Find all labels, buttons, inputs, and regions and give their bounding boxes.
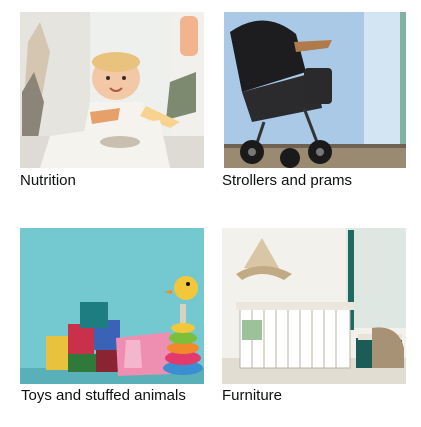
furniture-image[interactable] — [222, 228, 406, 384]
category-label: Furniture — [222, 387, 283, 404]
toys-image[interactable] — [20, 228, 204, 384]
category-tile-toys[interactable]: Toys and stuffed animals — [0, 215, 210, 427]
nutrition-image[interactable] — [20, 12, 204, 168]
category-tile-furniture[interactable]: Furniture — [210, 215, 421, 427]
category-label: Toys and stuffed animals — [21, 387, 186, 404]
stroller-image[interactable] — [224, 12, 406, 168]
category-label: Nutrition — [20, 172, 76, 189]
category-label: Strollers and prams — [222, 172, 353, 189]
category-tile-nutrition[interactable]: Nutrition — [0, 0, 210, 200]
category-tile-strollers[interactable]: Strollers and prams — [210, 0, 421, 200]
